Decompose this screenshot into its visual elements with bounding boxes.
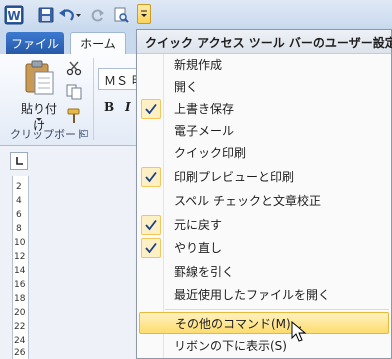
menu-item-recent-files[interactable]: 最近使用したファイルを開く	[139, 284, 389, 306]
customize-qat-menu: クイック アクセス ツール バーのユーザー設定 新規作成 開く 上書き保存 電子…	[136, 29, 392, 359]
menu-item-more-commands[interactable]: その他のコマンド(M)...	[139, 312, 389, 334]
vertical-ruler: 2 4 6 8 10 12 14 16 18 20 22 24 26	[12, 176, 29, 359]
copy-button[interactable]	[66, 84, 82, 103]
undo-icon	[59, 9, 81, 21]
menu-item-label: やり直し	[174, 241, 223, 255]
tab-file[interactable]: ファイル	[6, 32, 64, 54]
italic-button[interactable]: I	[125, 100, 131, 114]
mouse-cursor-icon	[291, 321, 307, 342]
paste-icon	[25, 60, 54, 95]
ruler-tick-label: 22	[14, 322, 26, 332]
checkmark-icon	[141, 215, 161, 235]
menu-item-save[interactable]: 上書き保存	[139, 98, 389, 120]
ruler-tick-label: 6	[16, 210, 22, 220]
menu-item-label: その他のコマンド(M)...	[175, 317, 303, 331]
cut-button[interactable]	[66, 60, 82, 79]
ruler-tick-label: 20	[14, 308, 26, 318]
scissors-icon	[66, 61, 82, 76]
menu-item-label: 電子メール	[174, 124, 235, 138]
chevron-down-icon	[36, 118, 42, 121]
menu-item-label: 新規作成	[174, 58, 223, 72]
ruler-tick-label: 18	[14, 294, 26, 304]
paste-button[interactable]: 貼り付け	[18, 60, 60, 133]
customize-qat-button[interactable]	[137, 4, 151, 24]
svg-text:W: W	[7, 9, 20, 23]
ruler-tick-label: 14	[14, 266, 26, 276]
ruler-tick-label: 8	[16, 224, 22, 234]
redo-icon	[91, 9, 104, 22]
print-preview-button[interactable]	[113, 5, 129, 25]
menu-item-email[interactable]: 電子メール	[139, 120, 389, 142]
format-painter-icon	[67, 108, 80, 123]
menu-item-spelling[interactable]: スペル チェックと文章校正	[139, 190, 389, 212]
menu-item-show-below-ribbon[interactable]: リボンの下に表示(S)	[139, 335, 389, 357]
tab-selector-button[interactable]	[10, 152, 28, 170]
ruler-tick-label: 10	[14, 238, 26, 248]
menu-item-label: 印刷プレビューと印刷	[174, 170, 295, 184]
ruler-tick-label: 4	[16, 196, 22, 206]
menu-item-label: 上書き保存	[174, 102, 235, 116]
redo-button[interactable]	[90, 5, 106, 25]
menu-item-label: 罫線を引く	[174, 265, 235, 279]
menu-item-quick-print[interactable]: クイック印刷	[139, 142, 389, 164]
menu-item-open[interactable]: 開く	[139, 76, 389, 98]
print-preview-icon	[114, 7, 129, 23]
menu-item-print-preview[interactable]: 印刷プレビューと印刷	[139, 166, 389, 188]
ruler-tick-label: 16	[14, 280, 26, 290]
menu-item-label: 元に戻す	[174, 218, 223, 232]
menu-title: クイック アクセス ツール バーのユーザー設定	[137, 30, 392, 54]
left-tab-icon	[16, 157, 23, 165]
menu-item-label: 最近使用したファイルを開く	[174, 288, 331, 302]
menu-item-label: スペル チェックと文章校正	[174, 194, 321, 208]
checkmark-icon	[141, 167, 161, 187]
save-icon	[38, 7, 54, 23]
menu-separator	[165, 309, 389, 310]
copy-icon	[66, 84, 82, 100]
ruler-tick-label: 12	[14, 252, 26, 262]
dialog-launcher-icon[interactable]	[81, 130, 88, 137]
menu-item-draw-table[interactable]: 罫線を引く	[139, 261, 389, 283]
clipboard-group-label: クリップボード	[10, 128, 87, 141]
word-icon[interactable]: W	[4, 5, 24, 25]
ruler-tick-label: 2	[16, 182, 22, 192]
menu-item-new[interactable]: 新規作成	[139, 54, 389, 76]
menu-item-redo[interactable]: やり直し	[139, 237, 389, 259]
ruler-tick-label: 26	[14, 348, 26, 358]
tab-home[interactable]: ホーム	[70, 32, 126, 54]
bold-button[interactable]: B	[104, 100, 114, 114]
checkmark-icon	[141, 99, 161, 119]
checkmark-icon	[141, 238, 161, 258]
group-separator	[93, 58, 94, 140]
menu-item-label: クイック印刷	[174, 146, 247, 160]
menu-item-label: 開く	[174, 80, 199, 94]
save-button[interactable]	[38, 5, 54, 25]
ruler-tick-label: 24	[14, 336, 26, 346]
customize-qat-icon	[141, 10, 147, 17]
undo-button[interactable]	[58, 5, 82, 25]
menu-item-undo[interactable]: 元に戻す	[139, 214, 389, 236]
menu-item-label: リボンの下に表示(S)	[174, 339, 287, 353]
format-painter-button[interactable]	[66, 108, 82, 127]
quick-access-toolbar: W	[0, 0, 392, 30]
